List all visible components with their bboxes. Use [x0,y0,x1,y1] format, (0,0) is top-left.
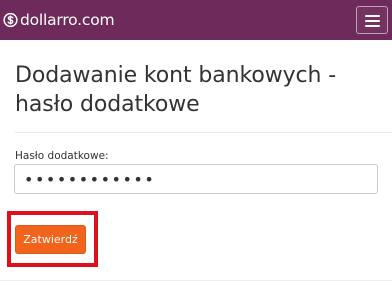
main-content: Dodawanie kont bankowych - hasło dodatko… [0,40,392,281]
dollar-circle-icon [3,12,18,28]
top-navbar: dollarro.com [0,0,392,40]
submit-button[interactable]: Zatwierdź [15,225,86,254]
hamburger-menu-icon [365,15,380,17]
title-divider [15,132,392,133]
brand-name: dollarro.com [20,11,115,29]
brand-link[interactable]: dollarro.com [3,9,115,31]
password-label: Hasło dodatkowe: [15,150,109,162]
additional-password-input[interactable] [14,164,378,194]
page-title: Dodawanie kont bankowych - hasło dodatko… [15,63,337,117]
menu-toggle-button[interactable] [356,6,388,34]
